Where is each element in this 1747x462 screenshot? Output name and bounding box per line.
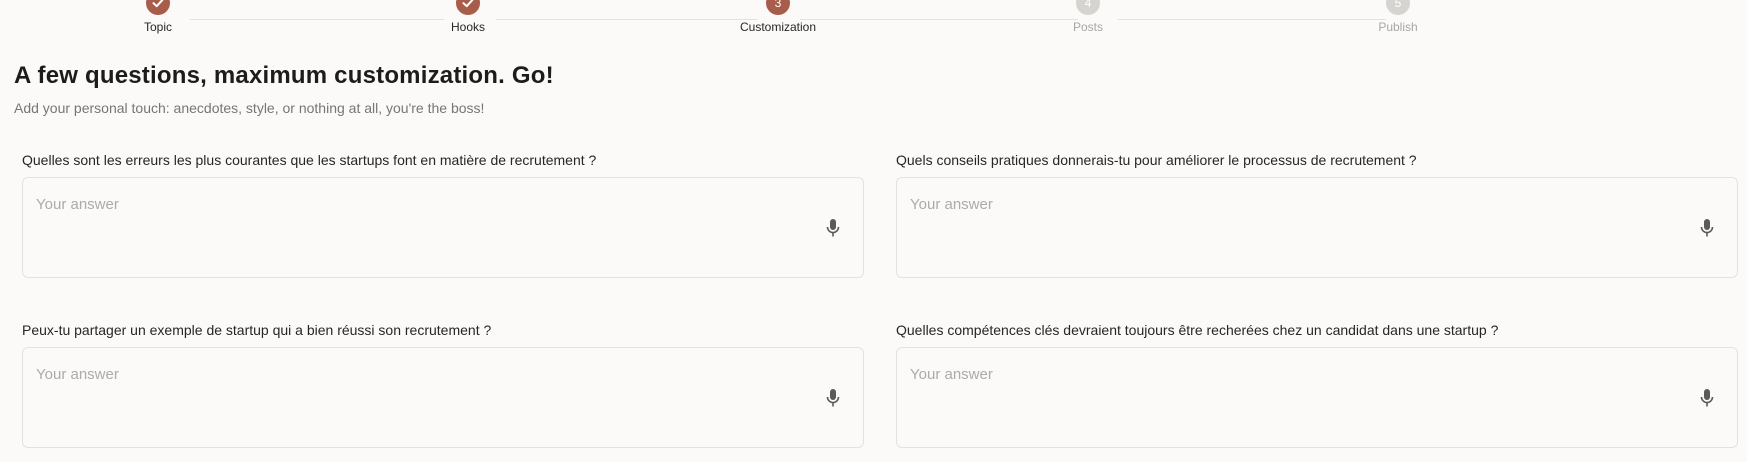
question-label: Quelles sont les erreurs les plus couran… — [22, 152, 597, 168]
step-number: 3 — [766, 0, 790, 15]
page-title: A few questions, maximum customization. … — [14, 62, 554, 89]
step-customization[interactable]: 3 Customization — [708, 0, 848, 34]
step-number: 5 — [1386, 0, 1410, 15]
check-icon — [152, 0, 164, 8]
step-label: Posts — [1072, 20, 1103, 34]
step-label: Hooks — [450, 20, 485, 34]
step-label: Customization — [739, 20, 817, 34]
step-number: 4 — [1076, 0, 1100, 15]
page-header: A few questions, maximum customization. … — [0, 44, 1747, 116]
microphone-icon — [826, 219, 840, 237]
microphone-icon — [826, 389, 840, 407]
question-block: Quels conseils pratiques donnerais-tu po… — [896, 152, 1738, 278]
question-label: Peux-tu partager un exemple de startup q… — [22, 322, 492, 338]
answer-box — [22, 347, 864, 448]
question-block: Peux-tu partager un exemple de startup q… — [22, 322, 864, 448]
answer-input[interactable] — [23, 178, 863, 277]
step-publish: 5 Publish — [1328, 0, 1468, 34]
step-posts: 4 Posts — [1018, 0, 1158, 34]
step-topic[interactable]: Topic — [88, 0, 228, 34]
microphone-icon — [1700, 389, 1714, 407]
step-label: Publish — [1378, 20, 1418, 34]
question-block: Quelles sont les erreurs les plus couran… — [22, 152, 864, 278]
check-icon — [462, 0, 474, 8]
question-label: Quels conseils pratiques donnerais-tu po… — [896, 152, 1417, 168]
answer-input[interactable] — [897, 178, 1737, 277]
step-label: Topic — [143, 20, 172, 34]
page-subtitle: Add your personal touch: anecdotes, styl… — [14, 100, 485, 116]
step-circle-done — [146, 0, 170, 15]
questions-grid: Quelles sont les erreurs les plus couran… — [22, 152, 1738, 448]
answer-box — [22, 177, 864, 278]
answer-input[interactable] — [897, 348, 1737, 447]
microphone-button[interactable] — [1697, 216, 1717, 240]
step-hooks[interactable]: Hooks — [398, 0, 538, 34]
microphone-button[interactable] — [823, 386, 843, 410]
answer-input[interactable] — [23, 348, 863, 447]
question-label: Quelles compétences clés devraient toujo… — [896, 322, 1499, 338]
question-block: Quelles compétences clés devraient toujo… — [896, 322, 1738, 448]
microphone-button[interactable] — [1697, 386, 1717, 410]
answer-box — [896, 177, 1738, 278]
step-circle-done — [456, 0, 480, 15]
microphone-icon — [1700, 219, 1714, 237]
answer-box — [896, 347, 1738, 448]
microphone-button[interactable] — [823, 216, 843, 240]
progress-stepper: Topic Hooks 3 Customization 4 Posts 5 Pu… — [0, 0, 1747, 44]
